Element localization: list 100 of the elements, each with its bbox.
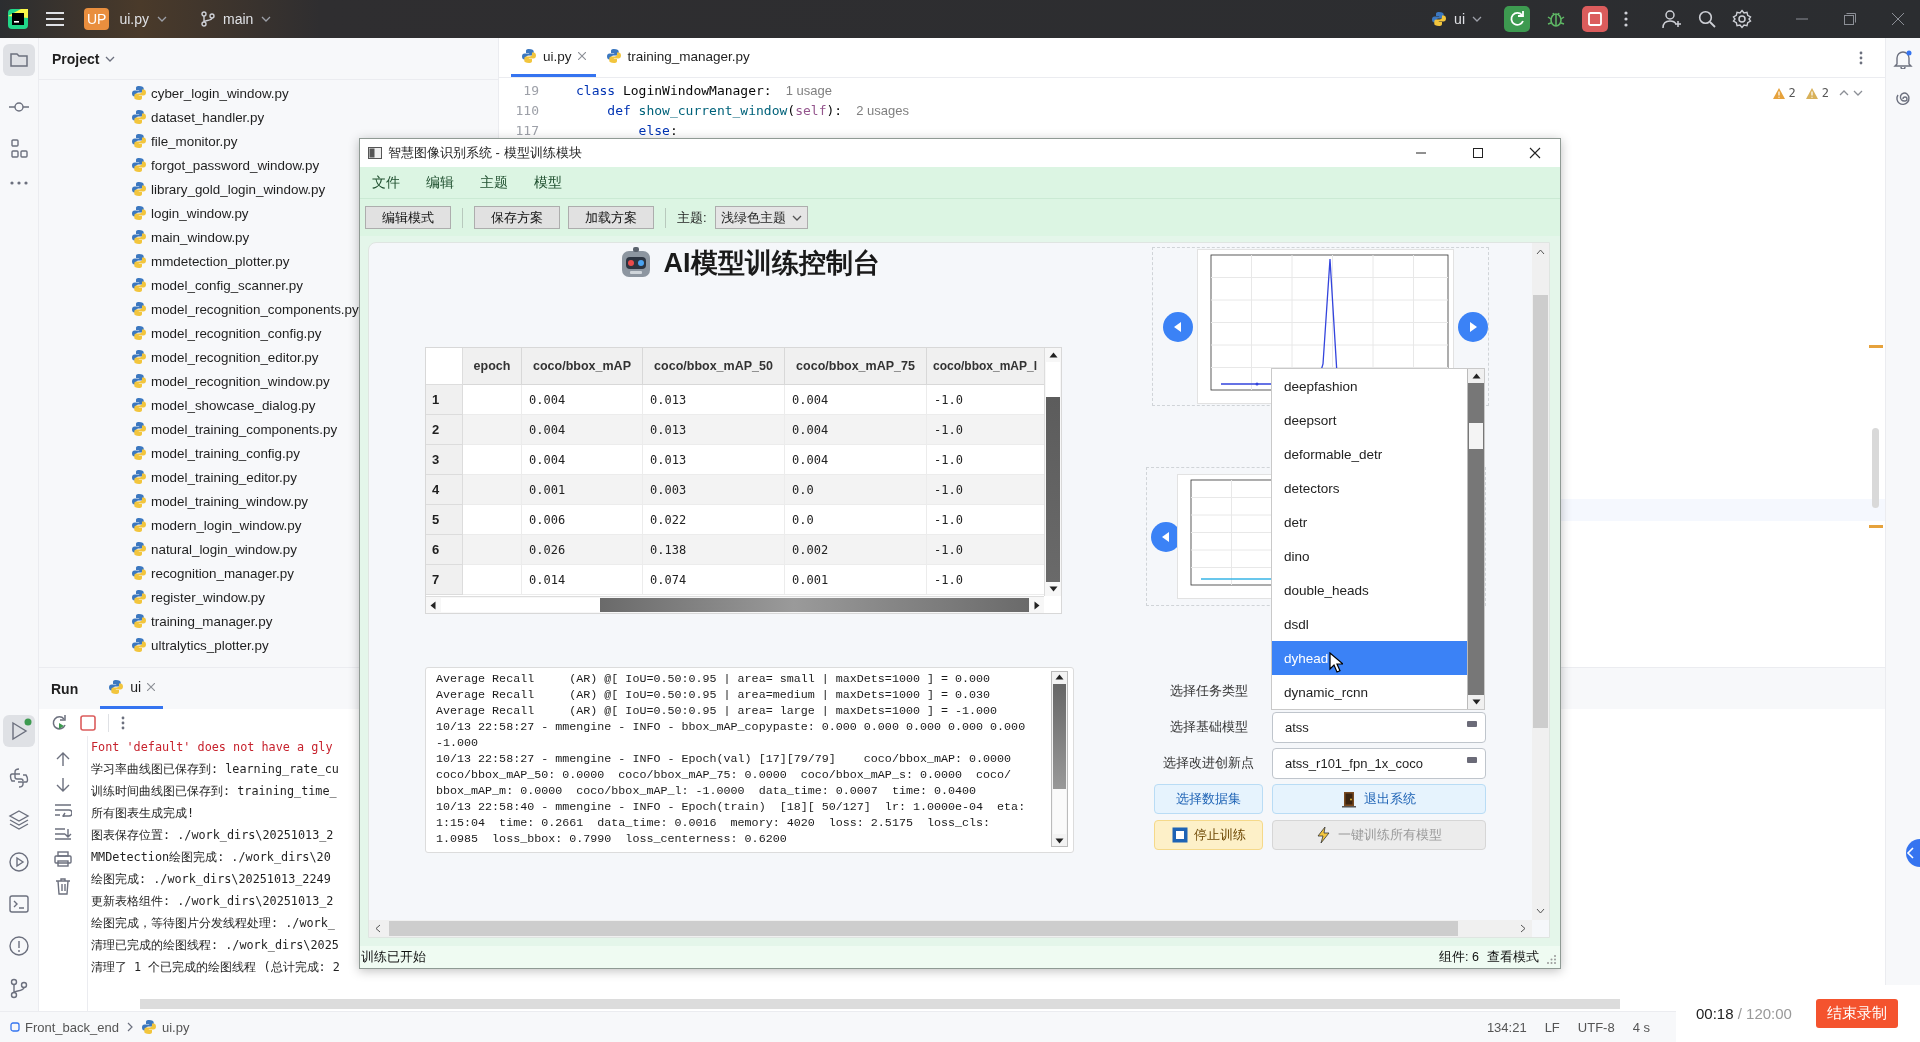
vertical-scrollbar[interactable]	[1532, 243, 1549, 920]
usage-hint[interactable]: 2 usages	[856, 102, 909, 118]
maximize-icon[interactable]	[1472, 147, 1484, 159]
status-item[interactable]: UTF-8	[1577, 1019, 1615, 1035]
file-name[interactable]: forgot_password_window.py	[151, 157, 320, 173]
scroll-to-end-icon[interactable]	[54, 827, 72, 841]
trash-icon[interactable]	[55, 877, 71, 895]
status-item[interactable]: 4 s	[1632, 1019, 1650, 1035]
editor-tab[interactable]: training_manager.py	[595, 38, 760, 77]
toolbar-button[interactable]: 加载方案	[568, 206, 654, 229]
file-name[interactable]: register_window.py	[151, 589, 265, 605]
menu-item[interactable]: 主题	[480, 173, 508, 192]
file-name[interactable]: modern_login_window.py	[151, 517, 302, 533]
chevron-down-icon[interactable]	[1853, 90, 1863, 96]
layers-icon[interactable]	[8, 809, 30, 831]
resize-grip-icon[interactable]	[1547, 955, 1557, 965]
chevron-down-icon[interactable]	[261, 16, 272, 22]
file-name[interactable]: training_manager.py	[151, 613, 273, 629]
problems-icon[interactable]	[8, 935, 30, 957]
menu-item[interactable]: 文件	[372, 173, 400, 192]
menu-icon[interactable]	[46, 12, 64, 26]
toolbar-button[interactable]: 保存方案	[474, 206, 560, 229]
python-console-icon[interactable]	[8, 767, 30, 789]
row-header[interactable]: 3	[426, 445, 463, 475]
status-item[interactable]: LF	[1544, 1019, 1560, 1035]
theme-dropdown[interactable]: 浅绿色主题	[714, 206, 808, 229]
dropdown-handle-icon[interactable]	[1467, 720, 1477, 727]
chevron-down-icon[interactable]	[157, 16, 168, 22]
arrow-up-icon[interactable]	[56, 751, 70, 767]
rerun-icon[interactable]	[1504, 6, 1530, 32]
close-icon[interactable]	[1529, 147, 1541, 159]
project-selector[interactable]: UP ui.py	[84, 8, 168, 30]
status-item[interactable]: 134:21	[1486, 1019, 1527, 1035]
column-header[interactable]: coco/bbox_mAP	[522, 348, 643, 385]
scroll-left-icon[interactable]	[430, 600, 436, 610]
file-name[interactable]: ultralytics_plotter.py	[151, 637, 269, 653]
print-icon[interactable]	[54, 851, 72, 867]
file-name[interactable]: natural_login_window.py	[151, 541, 297, 557]
dropdown-option[interactable]: dyhead	[1272, 641, 1467, 675]
usage-hint[interactable]: 1 usage	[785, 82, 832, 98]
add-user-icon[interactable]	[1662, 9, 1682, 29]
row-header[interactable]: 6	[426, 535, 463, 565]
dropdown-option[interactable]: detectors	[1272, 471, 1467, 505]
services-icon[interactable]	[8, 851, 30, 873]
scroll-up-icon[interactable]	[1048, 352, 1058, 358]
dropdown-option[interactable]: deformable_detr	[1272, 437, 1467, 471]
horizontal-scrollbar[interactable]	[426, 596, 1044, 613]
vertical-scrollbar[interactable]	[1467, 369, 1484, 709]
run-icon[interactable]	[3, 715, 35, 747]
row-header[interactable]: 1	[426, 385, 463, 415]
next-button[interactable]	[1458, 311, 1488, 342]
vertical-scrollbar[interactable]	[1044, 348, 1061, 596]
row-header[interactable]: 4	[426, 475, 463, 505]
breadcrumb-item[interactable]: Front_back_end	[10, 1019, 119, 1035]
model-dropdown[interactable]: atss_r101_fpn_1x_coco	[1272, 747, 1486, 779]
scroll-up-icon[interactable]	[1471, 373, 1481, 379]
app-logo-icon[interactable]	[7, 8, 29, 30]
more-icon[interactable]	[121, 715, 125, 730]
rerun-icon[interactable]	[50, 713, 68, 732]
search-icon[interactable]	[1698, 10, 1716, 28]
column-header[interactable]: epoch	[463, 348, 522, 385]
vertical-scrollbar[interactable]	[1051, 671, 1068, 847]
scrollbar-thumb[interactable]	[389, 921, 1458, 936]
structure-icon[interactable]	[8, 138, 30, 160]
menu-item[interactable]: 模型	[534, 173, 562, 192]
file-name[interactable]: model_training_components.py	[151, 421, 338, 437]
settings-icon[interactable]	[1732, 9, 1752, 29]
file-name[interactable]: dataset_handler.py	[151, 109, 265, 125]
dropdown-option[interactable]: dynamic_rcnn	[1272, 675, 1467, 709]
scrollbar-thumb[interactable]	[140, 999, 1620, 1009]
action-button[interactable]: 选择数据集	[1154, 784, 1263, 814]
scroll-down-icon[interactable]	[1048, 586, 1058, 592]
menu-item[interactable]: 编辑	[426, 173, 454, 192]
more-icon[interactable]	[1859, 50, 1863, 65]
file-name[interactable]: file_monitor.py	[151, 133, 238, 149]
horizontal-scrollbar[interactable]	[369, 920, 1532, 937]
folder-icon[interactable]	[3, 44, 35, 76]
chevron-down-icon[interactable]	[791, 214, 802, 221]
branch-selector[interactable]: main	[201, 11, 272, 27]
warning-count[interactable]: 2	[1821, 86, 1829, 100]
dropdown-option[interactable]: deepfashion	[1272, 369, 1467, 403]
dropdown-option[interactable]: dino	[1272, 539, 1467, 573]
panel-title[interactable]: Project	[52, 50, 100, 67]
run-tab[interactable]: ui	[100, 668, 164, 709]
chevron-down-icon[interactable]	[105, 55, 116, 62]
row-header[interactable]: 2	[426, 415, 463, 445]
corner-cell[interactable]	[426, 348, 463, 385]
panel-title[interactable]: Run	[51, 680, 79, 697]
chevron-up-icon[interactable]	[1839, 90, 1849, 96]
file-name[interactable]: model_config_scanner.py	[151, 277, 303, 293]
file-name[interactable]: login_window.py	[151, 205, 249, 221]
row-header[interactable]: 5	[426, 505, 463, 535]
file-name[interactable]: model_training_window.py	[151, 493, 309, 509]
previous-button[interactable]	[1163, 311, 1193, 342]
file-name[interactable]: model_recognition_components.py	[151, 301, 359, 317]
dropdown-handle-icon[interactable]	[1467, 756, 1477, 763]
editor-tab[interactable]: ui.py	[511, 38, 596, 77]
restore-icon[interactable]	[1844, 13, 1856, 25]
scrollbar-thumb[interactable]	[1469, 423, 1483, 449]
row-header[interactable]: 7	[426, 565, 463, 595]
